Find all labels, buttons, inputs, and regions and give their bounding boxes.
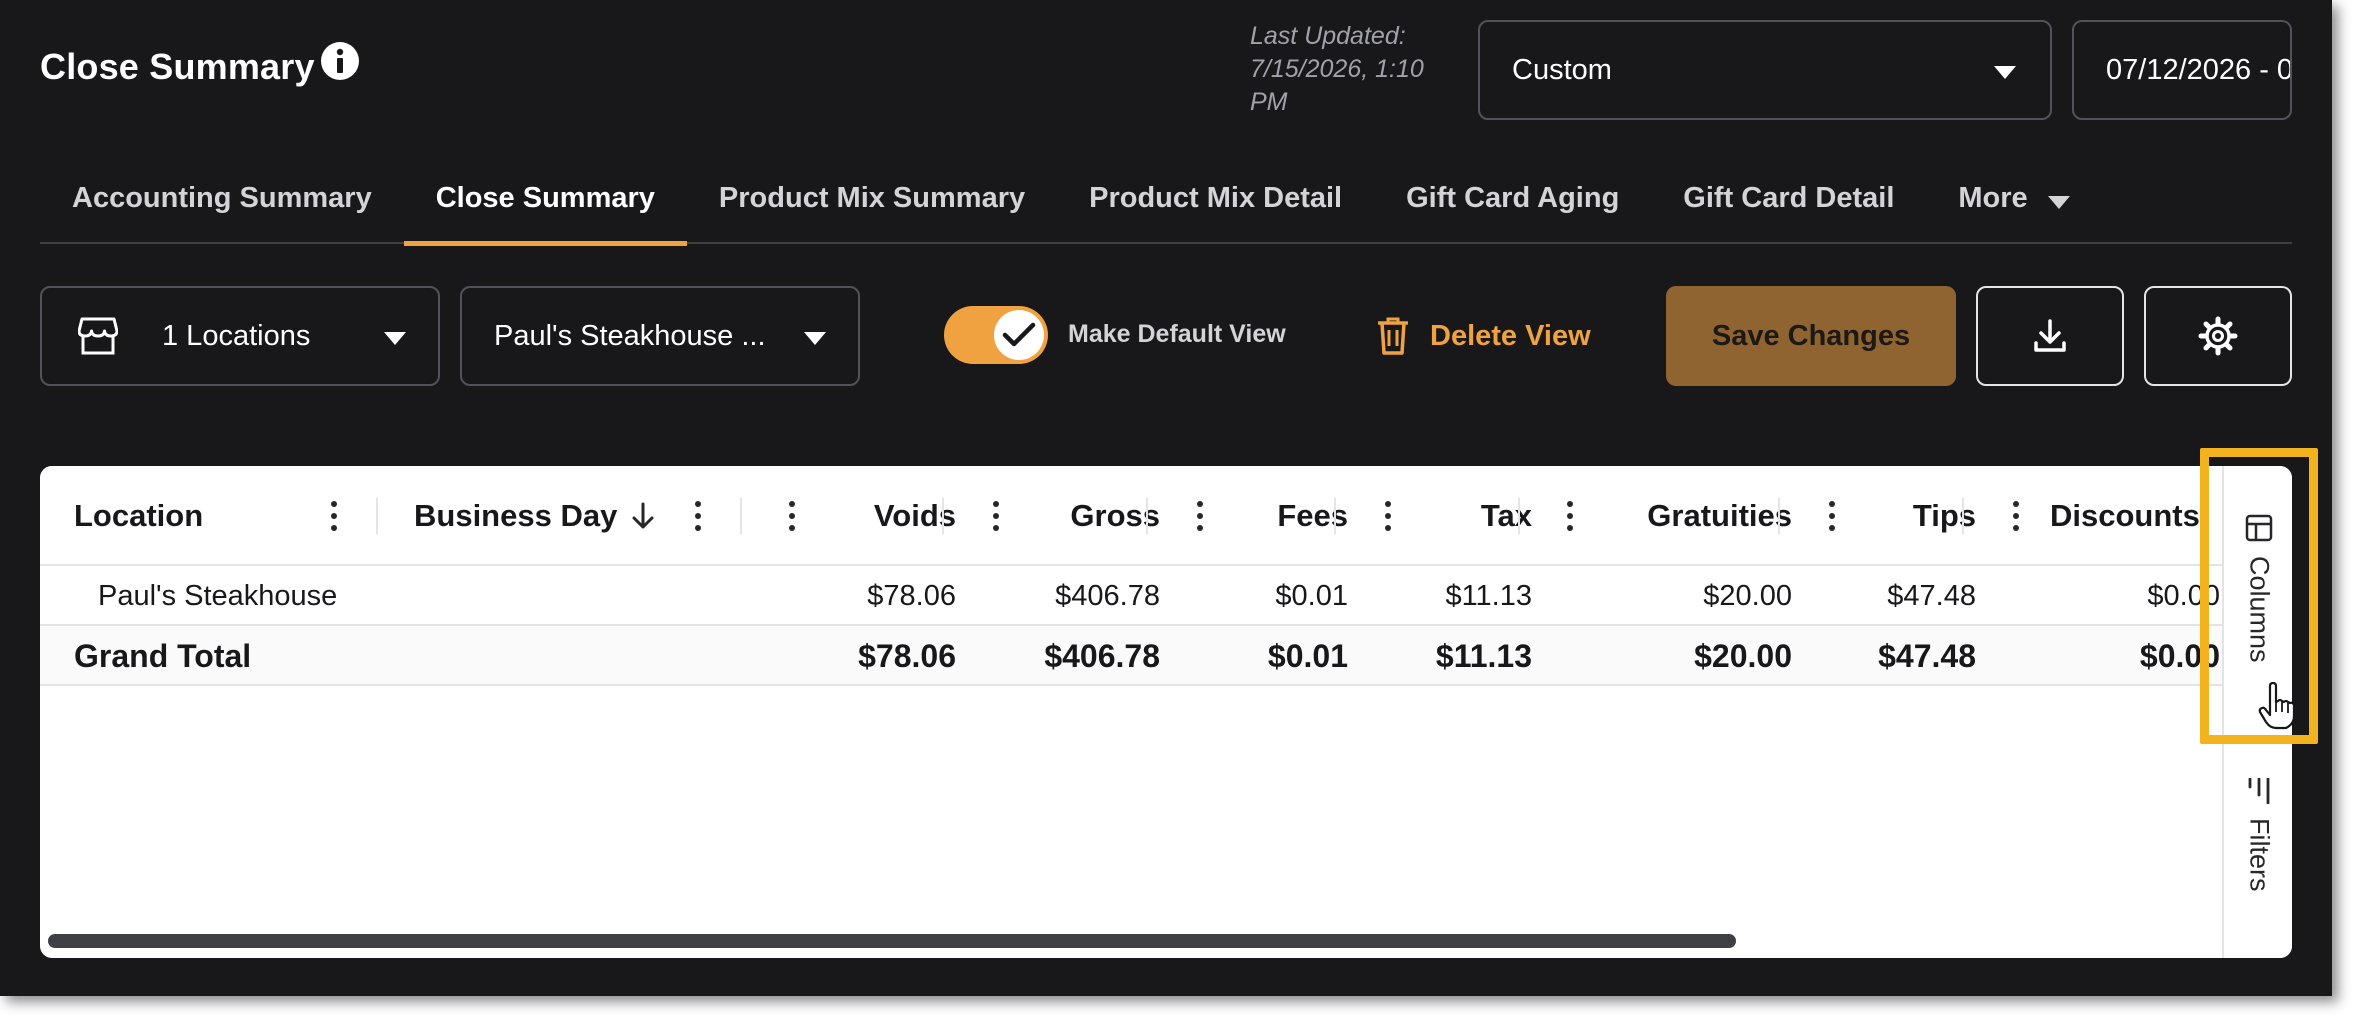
column-separator[interactable] xyxy=(740,498,742,534)
store-select[interactable]: Paul's Steakhouse ... xyxy=(460,286,860,386)
column-menu-icon[interactable] xyxy=(1384,500,1392,532)
sort-descending-icon xyxy=(632,502,654,529)
column-separator[interactable] xyxy=(1778,498,1780,534)
column-header-tax[interactable]: Tax xyxy=(1420,466,1532,566)
chevron-down-icon xyxy=(384,332,406,345)
filters-panel-tab[interactable]: Filters xyxy=(2224,778,2292,892)
table-row[interactable]: Paul's Steakhouse $78.06 $406.78 $0.01 $… xyxy=(40,566,2222,626)
grid-header: Location Business Day Voids Gross Fees T… xyxy=(40,466,2222,566)
page-title: Close Summary xyxy=(40,46,315,87)
filter-icon xyxy=(2248,778,2270,804)
store-value: Paul's Steakhouse ... xyxy=(494,319,766,352)
column-menu-icon[interactable] xyxy=(2012,500,2020,532)
gear-icon xyxy=(2198,316,2238,356)
period-select[interactable]: Custom xyxy=(1478,20,2052,120)
default-view-label: Make Default View xyxy=(1068,320,1286,348)
column-header-fees[interactable]: Fees xyxy=(1230,466,1348,566)
chevron-down-icon xyxy=(804,332,826,345)
cell-tips: $47.48 xyxy=(1887,579,1976,612)
tab-gift-card-aging[interactable]: Gift Card Aging xyxy=(1374,162,1651,244)
trash-icon xyxy=(1378,317,1408,355)
column-menu-icon[interactable] xyxy=(330,500,338,532)
cell-gratuities: $20.00 xyxy=(1703,579,1792,612)
tab-more[interactable]: More xyxy=(1926,162,2101,244)
column-header-location[interactable]: Location xyxy=(74,466,203,566)
period-select-value: Custom xyxy=(1512,53,1612,86)
cell-discounts: $0.00 xyxy=(2147,579,2220,612)
tab-product-mix-summary[interactable]: Product Mix Summary xyxy=(687,162,1057,244)
report-grid: Location Business Day Voids Gross Fees T… xyxy=(40,466,2292,958)
column-menu-icon[interactable] xyxy=(694,500,702,532)
column-menu-icon[interactable] xyxy=(788,500,796,532)
horizontal-scrollbar[interactable] xyxy=(48,934,1736,948)
filters-tab-label: Filters xyxy=(2244,818,2275,892)
date-range-value: 07/12/2026 - 07/15/2026 xyxy=(2106,53,2292,86)
cell-gross: $406.78 xyxy=(1055,579,1160,612)
download-button[interactable] xyxy=(1976,286,2124,386)
hand-cursor-icon xyxy=(2258,682,2296,730)
column-header-tips[interactable]: Tips xyxy=(1860,466,1976,566)
app-window: Close Summary Last Updated: 7/15/2026, 1… xyxy=(0,0,2332,996)
chevron-down-icon xyxy=(2047,196,2070,209)
cell-location: Grand Total xyxy=(74,637,252,674)
cell-fees: $0.01 xyxy=(1275,579,1348,612)
column-separator[interactable] xyxy=(1334,498,1336,534)
cell-voids: $78.06 xyxy=(858,637,956,674)
column-menu-icon[interactable] xyxy=(1196,500,1204,532)
column-separator[interactable] xyxy=(942,498,944,534)
tab-accounting-summary[interactable]: Accounting Summary xyxy=(40,162,404,244)
column-separator[interactable] xyxy=(1518,498,1520,534)
tab-close-summary[interactable]: Close Summary xyxy=(403,162,688,246)
cell-fees: $0.01 xyxy=(1267,637,1348,674)
column-separator[interactable] xyxy=(1962,498,1964,534)
tab-more-label: More xyxy=(1958,182,2028,214)
store-icon xyxy=(78,317,118,355)
report-tabs: Accounting Summary Close Summary Product… xyxy=(40,162,2292,246)
business-day-label: Business Day xyxy=(414,498,618,533)
tab-product-mix-detail[interactable]: Product Mix Detail xyxy=(1057,162,1374,244)
column-header-gratuities[interactable]: Gratuities xyxy=(1600,466,1792,566)
settings-button[interactable] xyxy=(2144,286,2292,386)
locations-select[interactable]: 1 Locations xyxy=(40,286,440,386)
column-separator[interactable] xyxy=(1146,498,1148,534)
cell-tax: $11.13 xyxy=(1445,579,1532,612)
cell-voids: $78.06 xyxy=(867,579,956,612)
grand-total-row[interactable]: Grand Total $78.06 $406.78 $0.01 $11.13 … xyxy=(40,626,2222,686)
cell-tips: $47.48 xyxy=(1878,637,1976,674)
cell-tax: $11.13 xyxy=(1435,637,1532,674)
download-icon xyxy=(2034,319,2066,352)
title-area: Close Summary xyxy=(40,42,359,88)
default-view-toggle[interactable] xyxy=(944,306,1048,364)
delete-view-button[interactable]: Delete View xyxy=(1378,308,1591,364)
last-updated-text: Last Updated: 7/15/2026, 1:10 PM xyxy=(1250,22,1424,116)
save-changes-button[interactable]: Save Changes xyxy=(1666,286,1956,386)
column-header-voids[interactable]: Voids xyxy=(830,466,956,566)
tab-gift-card-detail[interactable]: Gift Card Detail xyxy=(1651,162,1926,244)
chevron-down-icon xyxy=(1994,66,2016,79)
cell-gratuities: $20.00 xyxy=(1694,637,1792,674)
column-header-gross[interactable]: Gross xyxy=(1030,466,1160,566)
column-menu-icon[interactable] xyxy=(1828,500,1836,532)
column-header-discounts[interactable]: Discounts xyxy=(2050,466,2200,566)
date-range-input[interactable]: 07/12/2026 - 07/15/2026 xyxy=(2072,20,2292,120)
locations-value: 1 Locations xyxy=(162,319,311,352)
column-menu-icon[interactable] xyxy=(992,500,1000,532)
check-icon xyxy=(1002,322,1036,347)
column-separator[interactable] xyxy=(376,498,378,534)
cell-gross: $406.78 xyxy=(1044,637,1160,674)
info-icon[interactable] xyxy=(320,42,359,80)
column-menu-icon[interactable] xyxy=(1566,500,1574,532)
delete-view-label: Delete View xyxy=(1430,319,1591,352)
cell-location: Paul's Steakhouse xyxy=(98,579,338,612)
column-header-business-day[interactable]: Business Day xyxy=(414,466,655,566)
toggle-knob xyxy=(994,310,1044,360)
cell-discounts: $0.00 xyxy=(2139,637,2220,674)
